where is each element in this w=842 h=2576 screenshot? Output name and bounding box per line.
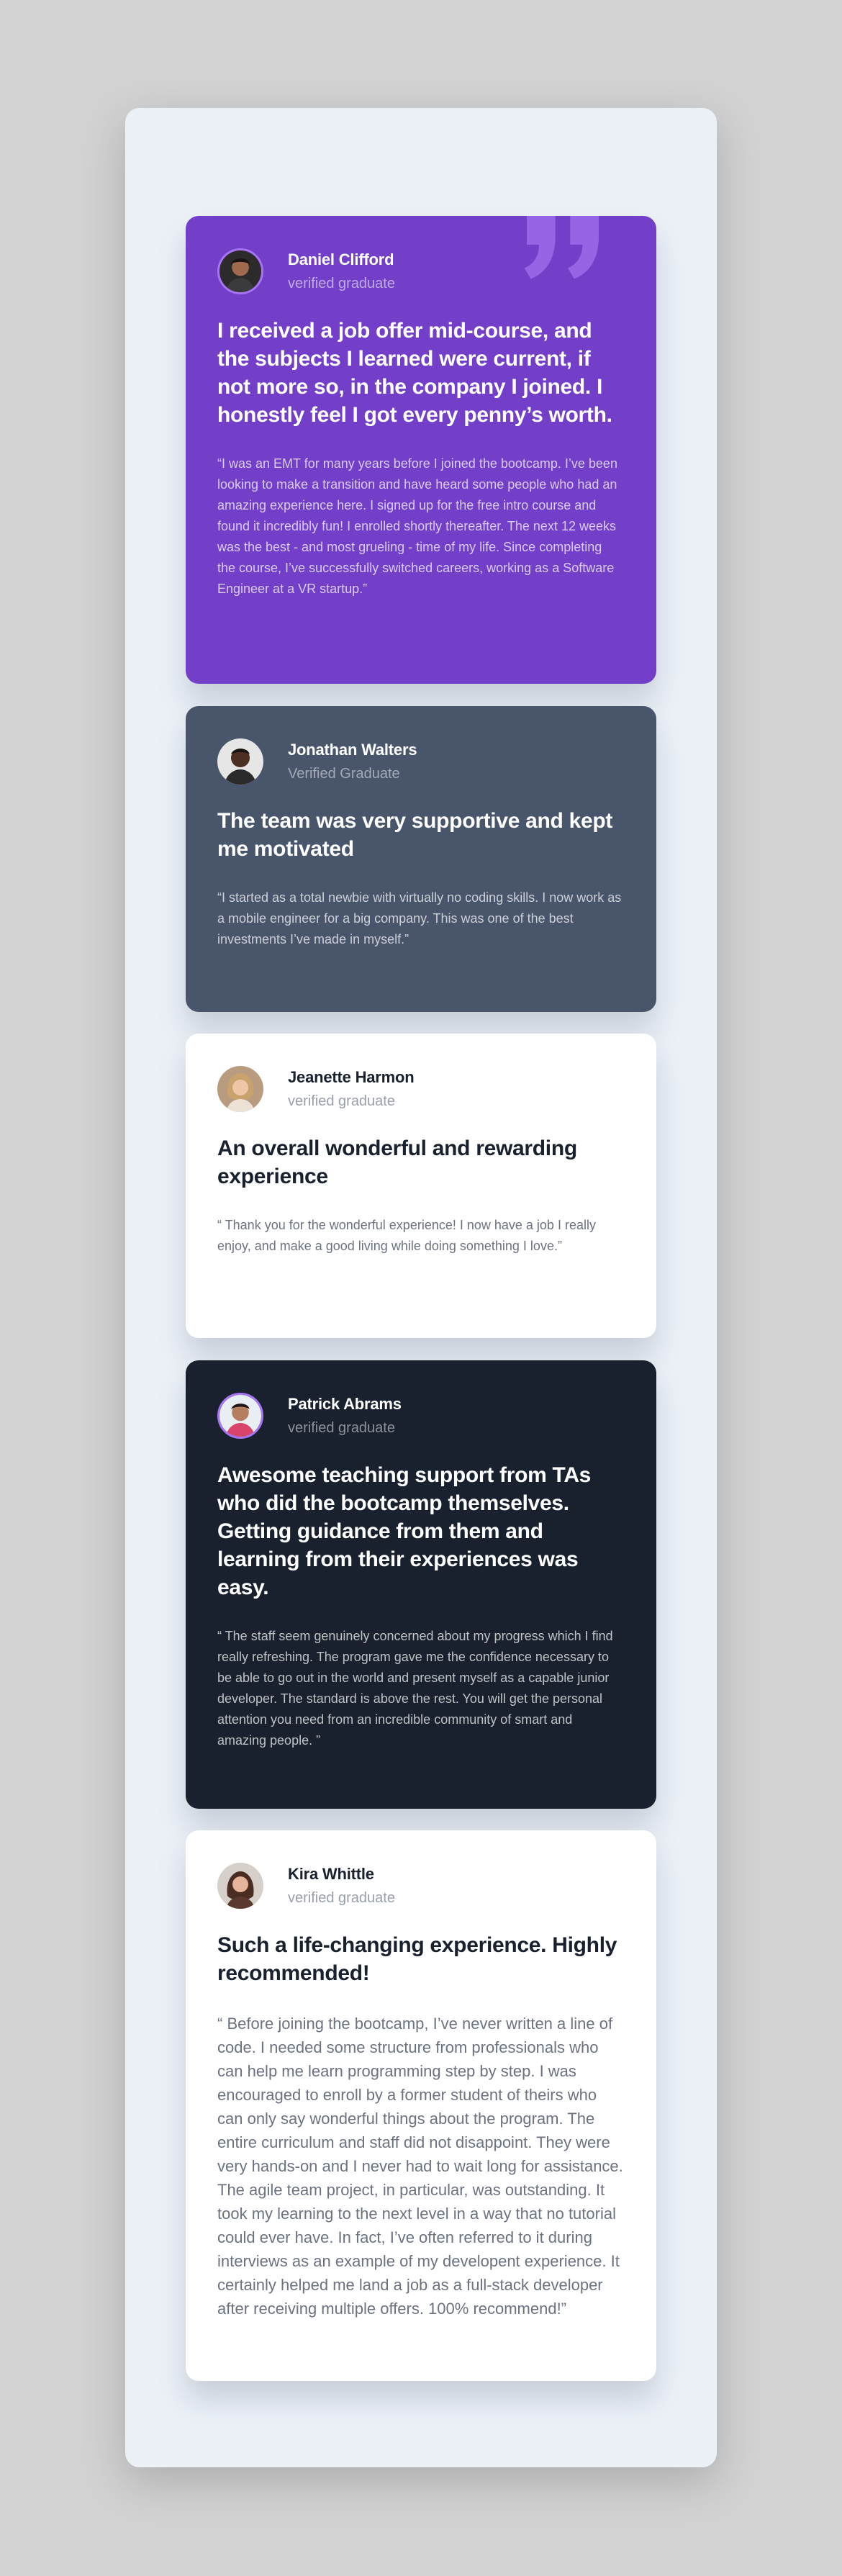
testimonial-quote: “I was an EMT for many years before I jo… (217, 456, 617, 596)
testimonial-quote: “ The staff seem genuinely concerned abo… (217, 1629, 613, 1748)
testimonial-title: I received a job offer mid-course, and t… (217, 319, 612, 427)
author-info: Jeanette Harmon verified graduate (288, 1068, 415, 1109)
avatar-kira-icon (217, 1863, 263, 1909)
testimonial-title: The team was very supportive and kept me… (217, 809, 613, 861)
author-name: Daniel Clifford (288, 250, 394, 268)
testimonial-quote: “ Thank you for the wonderful experience… (217, 1218, 596, 1253)
author-role: verified graduate (288, 1420, 395, 1436)
testimonial-card-jonathan: Jonathan Walters Verified Graduate The t… (186, 706, 656, 1012)
testimonial-title: Awesome teaching support from TAs who di… (217, 1463, 592, 1599)
testimonial-header: Kira Whittle verified graduate (217, 1862, 623, 1910)
author-name: Jonathan Walters (288, 741, 417, 759)
avatar-jeanette-icon (217, 1066, 263, 1112)
testimonial-header: Patrick Abrams verified graduate (217, 1392, 623, 1440)
testimonial-header: Jeanette Harmon verified graduate (217, 1065, 623, 1113)
author-name: Jeanette Harmon (288, 1068, 415, 1086)
author-name: Patrick Abrams (288, 1395, 402, 1413)
author-role: verified graduate (288, 1890, 395, 1906)
author-role: verified graduate (288, 276, 395, 292)
author-name: Kira Whittle (288, 1865, 374, 1883)
testimonial-card-jeanette: Jeanette Harmon verified graduate An ove… (186, 1034, 656, 1338)
author-info: Patrick Abrams verified graduate (288, 1395, 402, 1436)
avatar-patrick-icon (217, 1393, 263, 1439)
author-info: Daniel Clifford verified graduate (288, 250, 395, 292)
avatar-jonathan-icon (217, 738, 263, 785)
testimonial-card-daniel: Daniel Clifford verified graduate I rece… (186, 216, 656, 684)
testimonial-title: An overall wonderful and rewarding exper… (217, 1136, 577, 1188)
testimonial-card-kira: Kira Whittle verified graduate Such a li… (186, 1830, 656, 2381)
quotation-mark-icon (524, 216, 599, 279)
testimonial-quote: “ Before joining the bootcamp, I’ve neve… (217, 2015, 623, 2318)
testimonial-title: Such a life-changing experience. Highly … (217, 1933, 617, 1985)
testimonial-header: Jonathan Walters Verified Graduate (217, 738, 623, 785)
author-info: Kira Whittle verified graduate (288, 1865, 395, 1906)
testimonials-frame: Daniel Clifford verified graduate I rece… (125, 108, 717, 2467)
author-role: verified graduate (288, 1093, 395, 1109)
avatar-daniel-icon (217, 248, 263, 294)
author-role: Verified Graduate (288, 766, 400, 782)
author-info: Jonathan Walters Verified Graduate (288, 741, 417, 782)
testimonial-card-patrick: Patrick Abrams verified graduate Awesome… (186, 1360, 656, 1809)
testimonial-quote: “I started as a total newbie with virtua… (217, 890, 622, 946)
